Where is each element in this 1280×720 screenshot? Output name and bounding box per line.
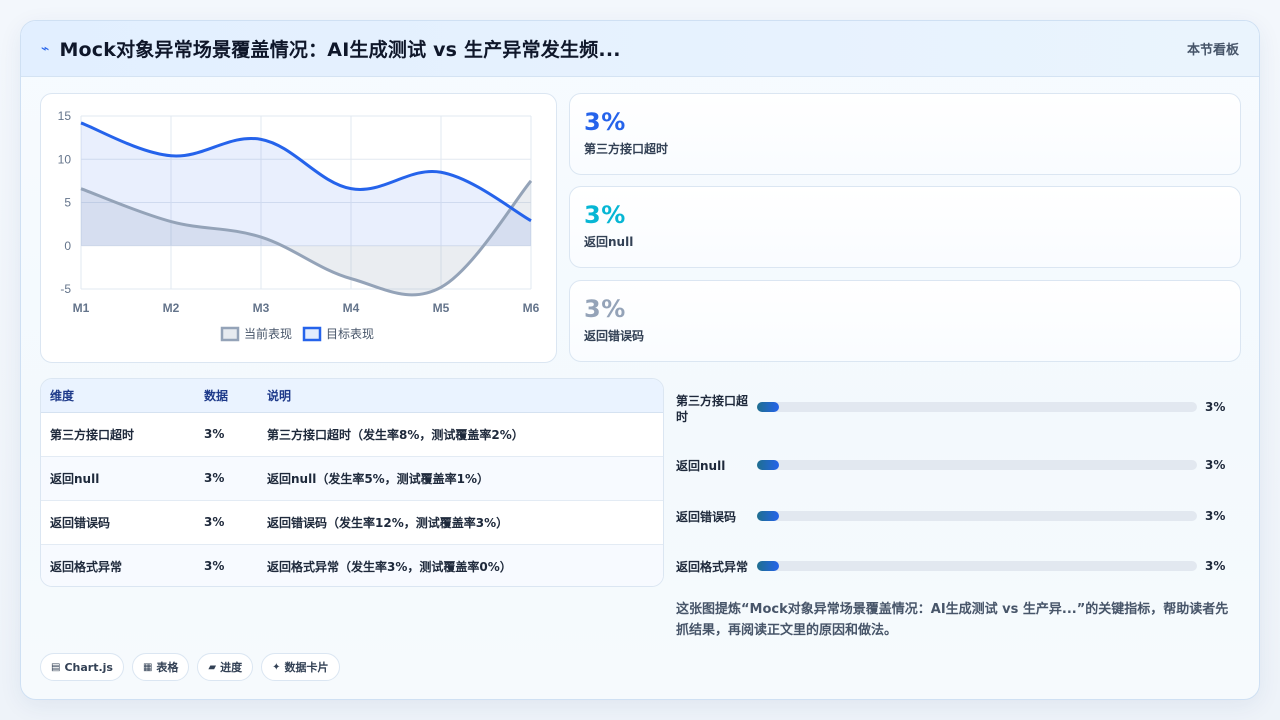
sparkle-icon: ✦ [272, 661, 281, 673]
chip-label: 进度 [220, 661, 243, 674]
table-cell: 第三方接口超时（发生率8%，测试覆盖率2%） [258, 412, 663, 457]
kpi-label: 第三方接口超时 [584, 142, 669, 156]
kpi-value: 3% [584, 295, 626, 323]
x-tick-label: M2 [163, 301, 180, 315]
table-cell: 3% [204, 559, 225, 574]
dashboard-card: ⌁ Mock对象异常场景覆盖情况：AI生成测试 vs 生产异常发生频... 本节… [20, 20, 1260, 700]
column-header: 数据 [195, 379, 258, 413]
table-row: 返回null 3% 返回null（发生率5%，测试覆盖率1%） [41, 456, 663, 501]
kpi-value: 3% [584, 201, 626, 229]
table-row: 第三方接口超时 3% 第三方接口超时（发生率8%，测试覆盖率2%） [41, 412, 663, 457]
series-area [81, 122, 531, 246]
legend-swatch [220, 326, 240, 342]
progress-item-2: 返回null 3% [676, 458, 1236, 494]
pulse-icon: ⌁ [41, 41, 50, 57]
chip-chartjs[interactable]: ▤ Chart.js [40, 653, 124, 681]
table-cell: 返回错误码 [41, 500, 195, 545]
x-tick-label: M3 [253, 301, 270, 315]
kpi-label: 返回null [584, 235, 634, 249]
table-cell: 3% [195, 500, 258, 545]
progress-value: 3% [1205, 458, 1226, 472]
table-cell: 返回错误码（发生率12%，测试覆盖率3%） [258, 500, 663, 545]
chip-row: ▤ Chart.js ▦ 表格 ▰ 进度 ✦ 数据卡片 [40, 653, 340, 681]
progress-icon: ▰ [208, 661, 217, 673]
x-tick-label: M4 [343, 301, 360, 315]
y-tick-label: 0 [64, 239, 71, 253]
section-board-label[interactable]: 本节看板 [1187, 39, 1239, 58]
page-title: Mock对象异常场景覆盖情况：AI生成测试 vs 生产异常发生频... [59, 39, 621, 61]
progress-track [757, 561, 1197, 571]
x-tick-label: M5 [433, 301, 450, 315]
chip-label: Chart.js [64, 660, 113, 674]
kpi-value: 3% [584, 108, 626, 136]
table-row: 返回格式异常 3% 返回格式异常（发生率3%，测试覆盖率0%） [41, 544, 663, 586]
data-table: 维度 数据 说明 第三方接口超时 3% 第三方接口超时（发生率8%，测试覆盖率2… [41, 379, 663, 586]
y-tick-label: 10 [58, 152, 72, 166]
legend-swatch [302, 326, 322, 342]
chart-panel: -5 0 5 10 15 M1 M2 M3 M4 M5 M6 当前表现 目标表现 [40, 93, 557, 363]
progress-fill [757, 561, 779, 571]
progress-fill [757, 511, 779, 521]
x-tick-label: M1 [73, 301, 90, 315]
progress-label: 返回错误码 [676, 510, 737, 524]
x-tick-label: M6 [523, 301, 540, 315]
progress-label: 返回null [676, 459, 726, 473]
table-row: 返回错误码 3% 返回错误码（发生率12%，测试覆盖率3%） [41, 500, 663, 545]
table-icon: ▦ [142, 661, 153, 673]
table-cell: 3% [195, 412, 258, 457]
progress-label: 返回格式异常 [676, 560, 749, 574]
table-cell: 3% [195, 456, 258, 501]
table-cell: 返回null（发生率5%，测试覆盖率1%） [258, 456, 663, 501]
summary-note: 这张图提炼“Mock对象异常场景覆盖情况：AI生成测试 vs 生产异...”的关… [676, 602, 1229, 638]
column-header: 维度 [41, 379, 195, 413]
legend-label: 当前表现 [244, 326, 292, 341]
y-tick-label: -5 [60, 282, 71, 296]
progress-value: 3% [1205, 559, 1226, 573]
table-header-row: 维度 数据 说明 [41, 379, 663, 413]
data-table-panel: 维度 数据 说明 第三方接口超时 3% 第三方接口超时（发生率8%，测试覆盖率2… [40, 378, 664, 587]
progress-item-3: 返回错误码 3% [676, 509, 1236, 545]
progress-track [757, 460, 1197, 470]
chip-label: 表格 [156, 661, 179, 674]
y-tick-label: 5 [64, 196, 71, 210]
kpi-card-3: 3% 返回错误码 [569, 280, 1241, 362]
y-tick-label: 15 [58, 109, 72, 123]
kpi-label: 返回错误码 [584, 329, 645, 343]
chip-data-card[interactable]: ✦ 数据卡片 [261, 653, 340, 681]
card-header: ⌁ Mock对象异常场景覆盖情况：AI生成测试 vs 生产异常发生频... 本节… [21, 21, 1259, 77]
table-cell: 第三方接口超时 [41, 412, 195, 457]
progress-track [757, 402, 1197, 412]
progress-item-4: 返回格式异常 3% [676, 559, 1236, 595]
progress-value: 3% [1205, 509, 1226, 523]
progress-fill [757, 402, 779, 412]
table-cell: 返回格式异常（发生率3%，测试覆盖率0%） [267, 559, 512, 574]
progress-item-1: 第三方接口超时 3% [676, 393, 1236, 429]
chip-table[interactable]: ▦ 表格 [131, 653, 190, 681]
kpi-card-1: 3% 第三方接口超时 [569, 93, 1241, 175]
kpi-card-2: 3% 返回null [569, 186, 1241, 268]
chart-icon: ▤ [51, 661, 61, 673]
area-chart: -5 0 5 10 15 M1 M2 M3 M4 M5 M6 当前表现 目标表现 [58, 109, 540, 342]
table-cell: 返回格式异常 [50, 559, 123, 574]
legend-label: 目标表现 [326, 327, 374, 341]
chip-label: 数据卡片 [284, 661, 329, 674]
progress-track [757, 511, 1197, 521]
chip-progress[interactable]: ▰ 进度 [197, 653, 254, 681]
progress-fill [757, 460, 779, 470]
table-cell: 返回null [41, 456, 195, 501]
column-header: 说明 [258, 379, 663, 413]
progress-label: 第三方接口超时 [676, 394, 749, 424]
progress-value: 3% [1205, 400, 1226, 414]
